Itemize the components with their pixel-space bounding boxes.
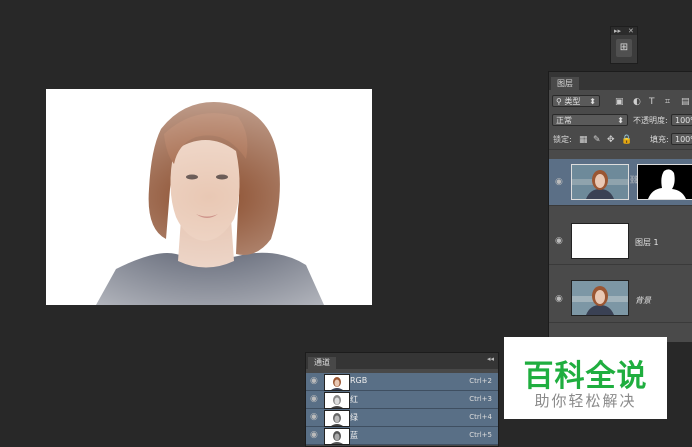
channel-row[interactable]: ◉ 绿 Ctrl+4	[306, 409, 498, 427]
layer-row[interactable]: ◉ 图层 1	[549, 218, 692, 264]
channel-shortcut: Ctrl+2	[469, 377, 492, 385]
channel-shortcut: Ctrl+5	[469, 431, 492, 439]
collapse-icon[interactable]: ◂◂	[487, 355, 494, 363]
opacity-input[interactable]: 100%	[671, 114, 692, 126]
layer-thumbnail	[571, 164, 629, 200]
layers-panel-tabbar: 图层	[549, 72, 692, 90]
filter-smartobject-icon[interactable]: ▤	[681, 96, 690, 108]
filter-type-icon[interactable]: T	[649, 96, 655, 108]
layer-filter-select[interactable]: ⚲ 类型 ⬍	[552, 95, 600, 107]
layer-name[interactable]: 背景	[635, 295, 651, 306]
channel-name: RGB	[350, 376, 368, 385]
channel-thumbnail	[324, 392, 350, 409]
layer-thumbnail	[571, 280, 629, 316]
channel-name: 红	[350, 395, 358, 404]
visibility-eye-icon[interactable]: ◉	[555, 236, 563, 246]
divider	[549, 205, 692, 206]
chevron-down-icon: ⬍	[617, 116, 624, 125]
divider	[549, 264, 692, 265]
chevron-down-icon: ⬍	[589, 97, 596, 106]
lock-move-icon[interactable]: ✥	[607, 134, 615, 146]
layers-panel: 图层 ⚲ 类型 ⬍ ▣ ◐ T ⌗ ▤ 正常 ⬍ 不透明度: 100% 锁定: …	[548, 71, 692, 342]
search-icon: ⚲	[556, 97, 562, 106]
channel-thumbnail	[324, 428, 350, 445]
layer-comps-icon: ⊞	[619, 42, 629, 53]
channel-row[interactable]: ◉ 蓝 Ctrl+5	[306, 427, 498, 445]
lock-all-icon[interactable]: 🔒	[621, 134, 632, 146]
divider	[549, 149, 692, 150]
filter-kind-value: 类型	[564, 97, 581, 106]
visibility-eye-icon[interactable]: ◉	[555, 177, 563, 187]
channel-row[interactable]: ◉ RGB Ctrl+2	[306, 373, 498, 391]
layer-comps-button[interactable]: ⊞	[616, 39, 632, 57]
layer-name[interactable]: 图层 1	[635, 237, 659, 248]
lock-brush-icon[interactable]: ✎	[593, 134, 601, 146]
tab-channels[interactable]: 通道	[308, 357, 336, 369]
portrait-image	[46, 89, 372, 305]
blend-mode-select[interactable]: 正常 ⬍	[552, 114, 628, 126]
channel-shortcut: Ctrl+3	[469, 395, 492, 403]
fill-label: 填充:	[650, 135, 669, 144]
filter-adjustment-icon[interactable]: ◐	[633, 96, 641, 108]
channel-name: 蓝	[350, 431, 358, 440]
watermark-logo: 百科全说 助你轻松解决	[504, 337, 667, 419]
channel-name: 绿	[350, 413, 358, 422]
layer-mask-thumbnail[interactable]	[637, 164, 692, 200]
visibility-eye-icon[interactable]: ◉	[555, 294, 563, 304]
visibility-eye-icon[interactable]: ◉	[310, 412, 318, 422]
blend-mode-value: 正常	[556, 116, 572, 125]
channel-shortcut: Ctrl+4	[469, 413, 492, 421]
channel-thumbnail	[324, 374, 350, 391]
fill-input[interactable]: 100%	[671, 133, 692, 145]
close-icon[interactable]: ✕	[628, 27, 634, 35]
layer-thumbnail	[571, 223, 629, 259]
divider	[549, 322, 692, 323]
layer-row[interactable]: ◉ ⛓	[549, 159, 692, 205]
visibility-eye-icon[interactable]: ◉	[310, 394, 318, 404]
lock-transparency-icon[interactable]: ▦	[579, 134, 588, 146]
watermark-subtitle: 助你轻松解决	[534, 392, 637, 410]
lock-label: 锁定:	[553, 135, 572, 144]
channel-row[interactable]: ◉ 红 Ctrl+3	[306, 391, 498, 409]
visibility-eye-icon[interactable]: ◉	[310, 376, 318, 386]
document-canvas[interactable]	[46, 89, 372, 305]
layer-row[interactable]: ◉ 背景	[549, 274, 692, 320]
filter-shape-icon[interactable]: ⌗	[665, 96, 670, 108]
channels-panel-tabbar: 通道 ◂◂	[306, 353, 498, 369]
filter-pixel-icon[interactable]: ▣	[615, 96, 624, 108]
expand-icon[interactable]: ▸▸	[614, 27, 621, 35]
tab-layers[interactable]: 图层	[551, 77, 579, 90]
channel-thumbnail	[324, 410, 350, 427]
collapsed-panel: ▸▸ ✕ ⊞	[610, 26, 638, 64]
collapsed-panel-header: ▸▸ ✕	[611, 27, 637, 35]
watermark-title: 百科全说	[523, 359, 648, 394]
visibility-eye-icon[interactable]: ◉	[310, 430, 318, 440]
opacity-label: 不透明度:	[633, 116, 668, 125]
channels-panel: 通道 ◂◂ ◉ RGB Ctrl+2 ◉ 红 Ctrl+3 ◉ 绿 Ctrl+4…	[305, 352, 499, 447]
